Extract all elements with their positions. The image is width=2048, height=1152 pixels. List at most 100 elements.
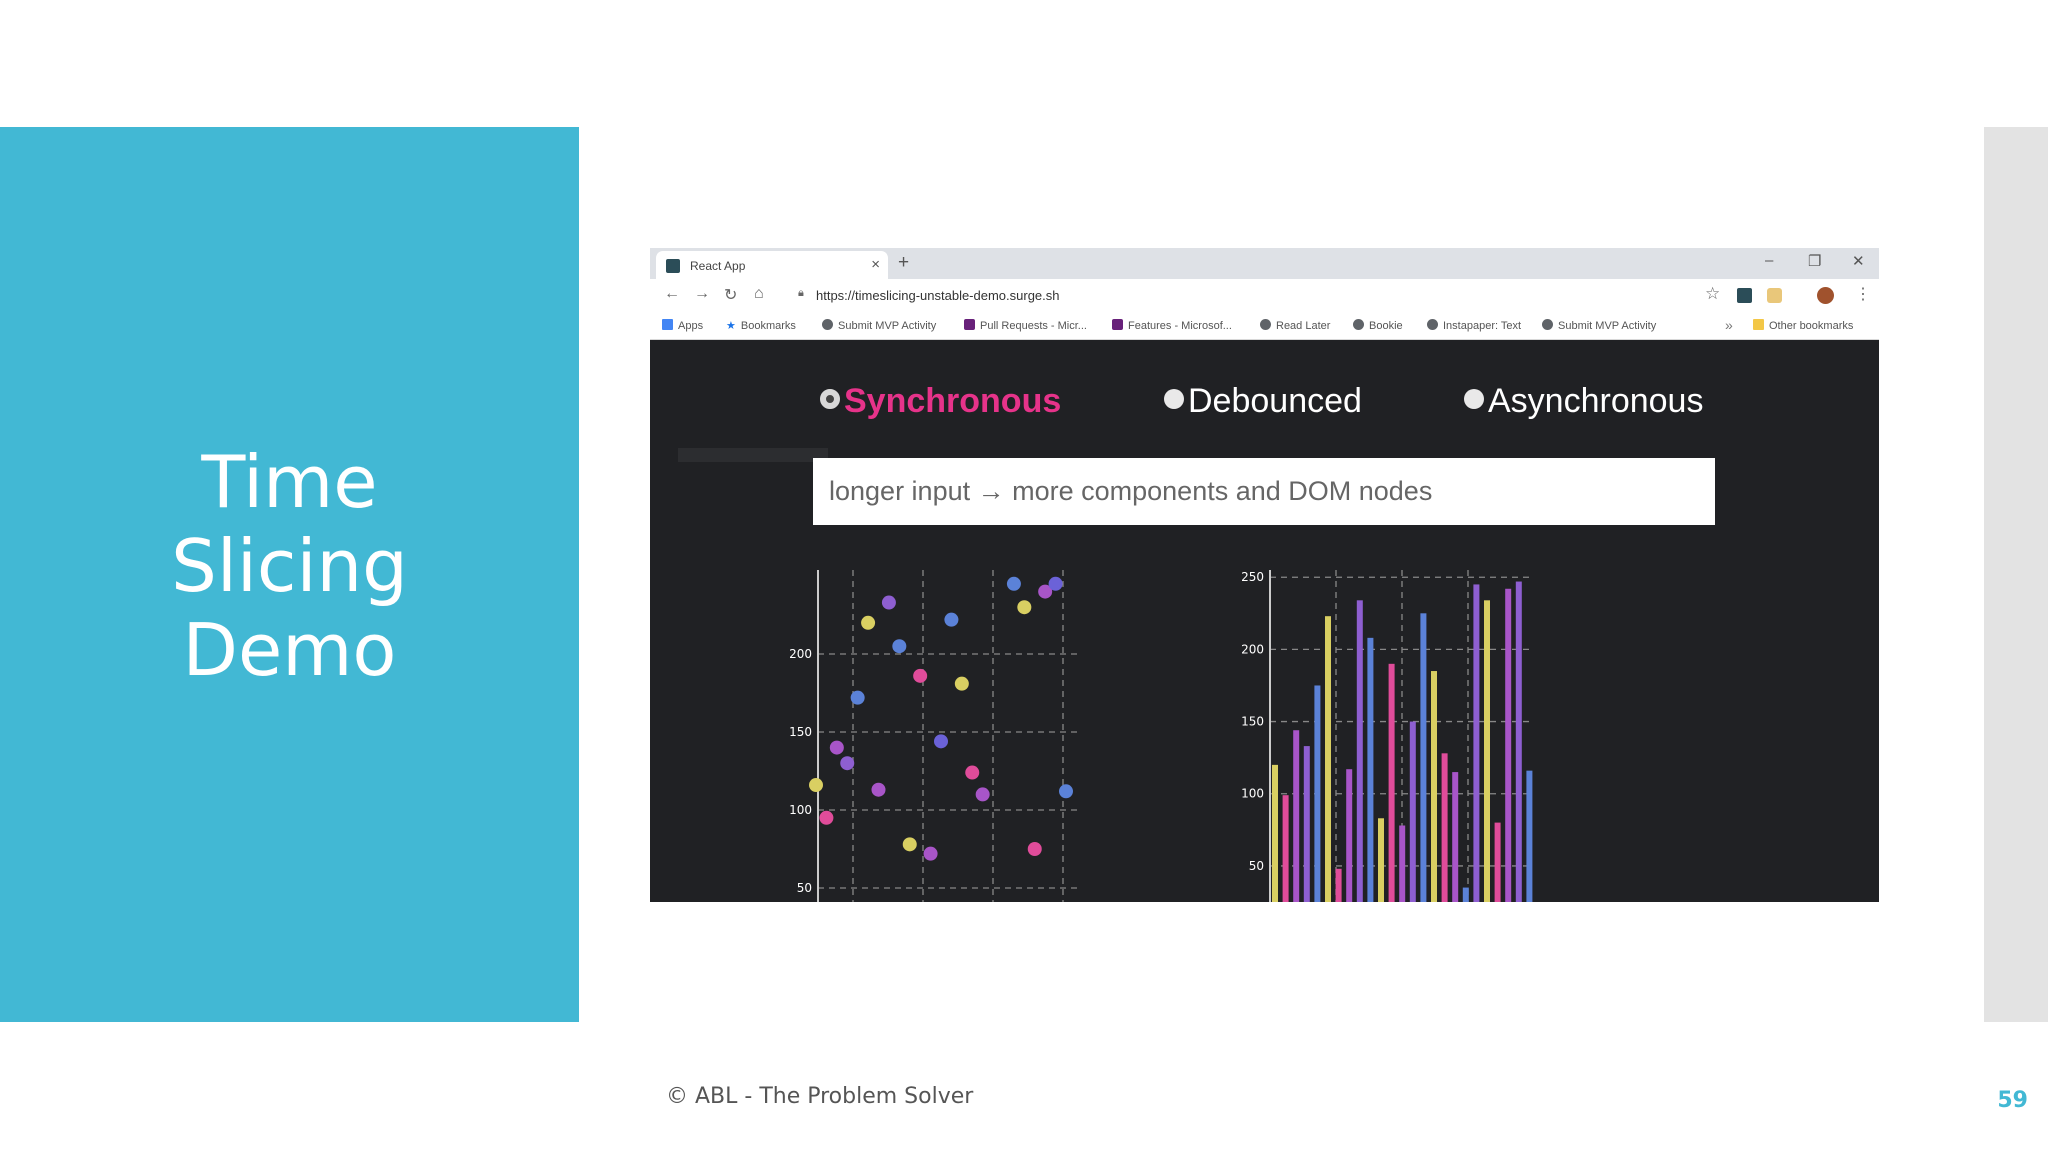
bar: [1293, 730, 1300, 902]
y-tick-label: 200: [1241, 642, 1264, 656]
lock-icon: 🔒︎: [798, 287, 804, 299]
new-tab-button[interactable]: +: [898, 252, 909, 274]
restore-button[interactable]: ❐: [1808, 252, 1821, 270]
bookmark-label: Submit MVP Activity: [838, 320, 937, 332]
bookmark-submit-mvp-2[interactable]: Submit MVP Activity: [1542, 319, 1656, 332]
radio-indicator: [1464, 389, 1484, 409]
bookmark-label: Bookmarks: [740, 320, 796, 332]
bookmark-label: Features - Microsof...: [1128, 320, 1232, 332]
minimize-button[interactable]: –: [1765, 252, 1773, 269]
bar: [1409, 721, 1416, 902]
reload-icon[interactable]: ↻: [724, 285, 737, 305]
bar: [1303, 746, 1310, 902]
radio-label: Asynchronous: [1488, 382, 1704, 420]
scatter-point: [850, 690, 865, 705]
bar: [1314, 685, 1321, 902]
bar: [1335, 868, 1342, 902]
browser-window: React App × + – ❐ ✕ ← → ↻ ⌂ 🔒︎ https://t…: [650, 248, 1879, 902]
bar: [1420, 613, 1427, 902]
bookmark-features[interactable]: Features - Microsof...: [1112, 319, 1232, 332]
tab-react-app[interactable]: React App ×: [656, 251, 888, 279]
profile-avatar[interactable]: [1817, 287, 1834, 304]
radio-synchronous[interactable]: Synchronous: [820, 382, 1061, 421]
menu-kebab-icon[interactable]: ⋮: [1855, 284, 1871, 304]
bar: [1346, 769, 1353, 902]
bookmarks-bar: Apps ★ Bookmarks Submit MVP Activity Pull…: [650, 311, 1879, 340]
bookmark-submit-mvp[interactable]: Submit MVP Activity: [822, 319, 936, 332]
bar: [1494, 822, 1501, 902]
tab-strip: React App × + – ❐ ✕: [650, 248, 1879, 279]
bookmark-read-later[interactable]: Read Later: [1260, 319, 1330, 332]
extension-icon[interactable]: [1767, 288, 1782, 303]
bar: [1441, 753, 1448, 902]
folder-icon: [1753, 319, 1764, 330]
more-bookmarks-icon[interactable]: »: [1725, 317, 1733, 333]
bar: [1515, 581, 1522, 902]
bookmark-label: Other bookmarks: [1769, 320, 1854, 332]
page-viewport: Synchronous Debounced Asynchronous 50 100…: [650, 340, 1879, 902]
close-window-button[interactable]: ✕: [1852, 252, 1865, 270]
visual-studio-icon: [1112, 319, 1123, 330]
radio-label: Synchronous: [844, 382, 1062, 420]
react-favicon-icon: [666, 259, 680, 273]
extension-icon[interactable]: [1737, 288, 1752, 303]
radio-indicator: [1164, 389, 1184, 409]
bookmark-label: Apps: [678, 320, 704, 332]
back-arrow-icon[interactable]: ←: [664, 285, 680, 303]
page-number: 59: [1997, 1088, 2028, 1113]
scatter-point: [881, 595, 896, 610]
bookmark-bookmarks[interactable]: ★ Bookmarks: [726, 319, 796, 332]
scatter-point: [913, 668, 928, 683]
radio-label: Debounced: [1188, 382, 1362, 420]
scatter-point: [1048, 576, 1063, 591]
bookmark-label: Instapaper: Text: [1443, 320, 1522, 332]
scatter-point: [1017, 600, 1032, 615]
scatter-point: [934, 734, 948, 749]
slide-title: Time Slicing Demo: [0, 440, 579, 692]
scatter-point: [809, 778, 823, 793]
bookmark-bookie[interactable]: Bookie: [1353, 319, 1403, 332]
y-tick-label: 150: [789, 725, 812, 739]
text-input[interactable]: [813, 458, 1715, 525]
scatter-point: [1027, 842, 1042, 856]
y-tick-label: 200: [789, 647, 812, 661]
bookmark-pull-requests[interactable]: Pull Requests - Micr...: [964, 319, 1087, 332]
bar: [1356, 600, 1363, 902]
globe-icon: [1542, 319, 1553, 330]
scatter-point: [944, 612, 959, 627]
scatter-point: [840, 756, 855, 771]
bookmark-label: Submit MVP Activity: [1558, 320, 1657, 332]
bookmark-other[interactable]: Other bookmarks: [1753, 319, 1853, 332]
bar: [1452, 772, 1459, 902]
bar: [1505, 588, 1512, 902]
placeholder-bar: [678, 448, 828, 462]
y-tick-label: 50: [797, 881, 812, 895]
slide-title-line: Demo: [182, 608, 397, 692]
globe-icon: [1427, 319, 1438, 330]
globe-icon: [822, 319, 833, 330]
bar: [1367, 637, 1374, 902]
y-tick-label: 50: [1249, 859, 1264, 873]
forward-arrow-icon[interactable]: →: [694, 285, 710, 303]
close-tab-icon[interactable]: ×: [871, 256, 880, 273]
address-bar[interactable]: 🔒︎ https://timeslicing-unstable-demo.sur…: [788, 282, 1668, 308]
bar: [1462, 887, 1469, 902]
scatter-point: [861, 615, 876, 630]
scatter-point: [1059, 784, 1073, 799]
star-icon: ★: [726, 320, 736, 332]
bar: [1388, 663, 1395, 902]
radio-debounced[interactable]: Debounced: [1164, 382, 1362, 421]
radio-asynchronous[interactable]: Asynchronous: [1464, 382, 1703, 421]
bookmark-star-icon[interactable]: ☆: [1705, 284, 1720, 304]
scatter-point: [819, 810, 834, 825]
bookmark-instapaper[interactable]: Instapaper: Text: [1427, 319, 1521, 332]
y-tick-label: 100: [1241, 787, 1264, 801]
scatter-point: [902, 837, 917, 852]
bar: [1399, 825, 1406, 902]
bar: [1282, 795, 1289, 902]
scatter-chart: 50 100 150 200: [789, 570, 1080, 902]
scatter-point: [892, 639, 907, 654]
home-icon[interactable]: ⌂: [754, 285, 764, 303]
scatter-point: [923, 846, 938, 861]
bookmark-apps[interactable]: Apps: [662, 319, 703, 332]
